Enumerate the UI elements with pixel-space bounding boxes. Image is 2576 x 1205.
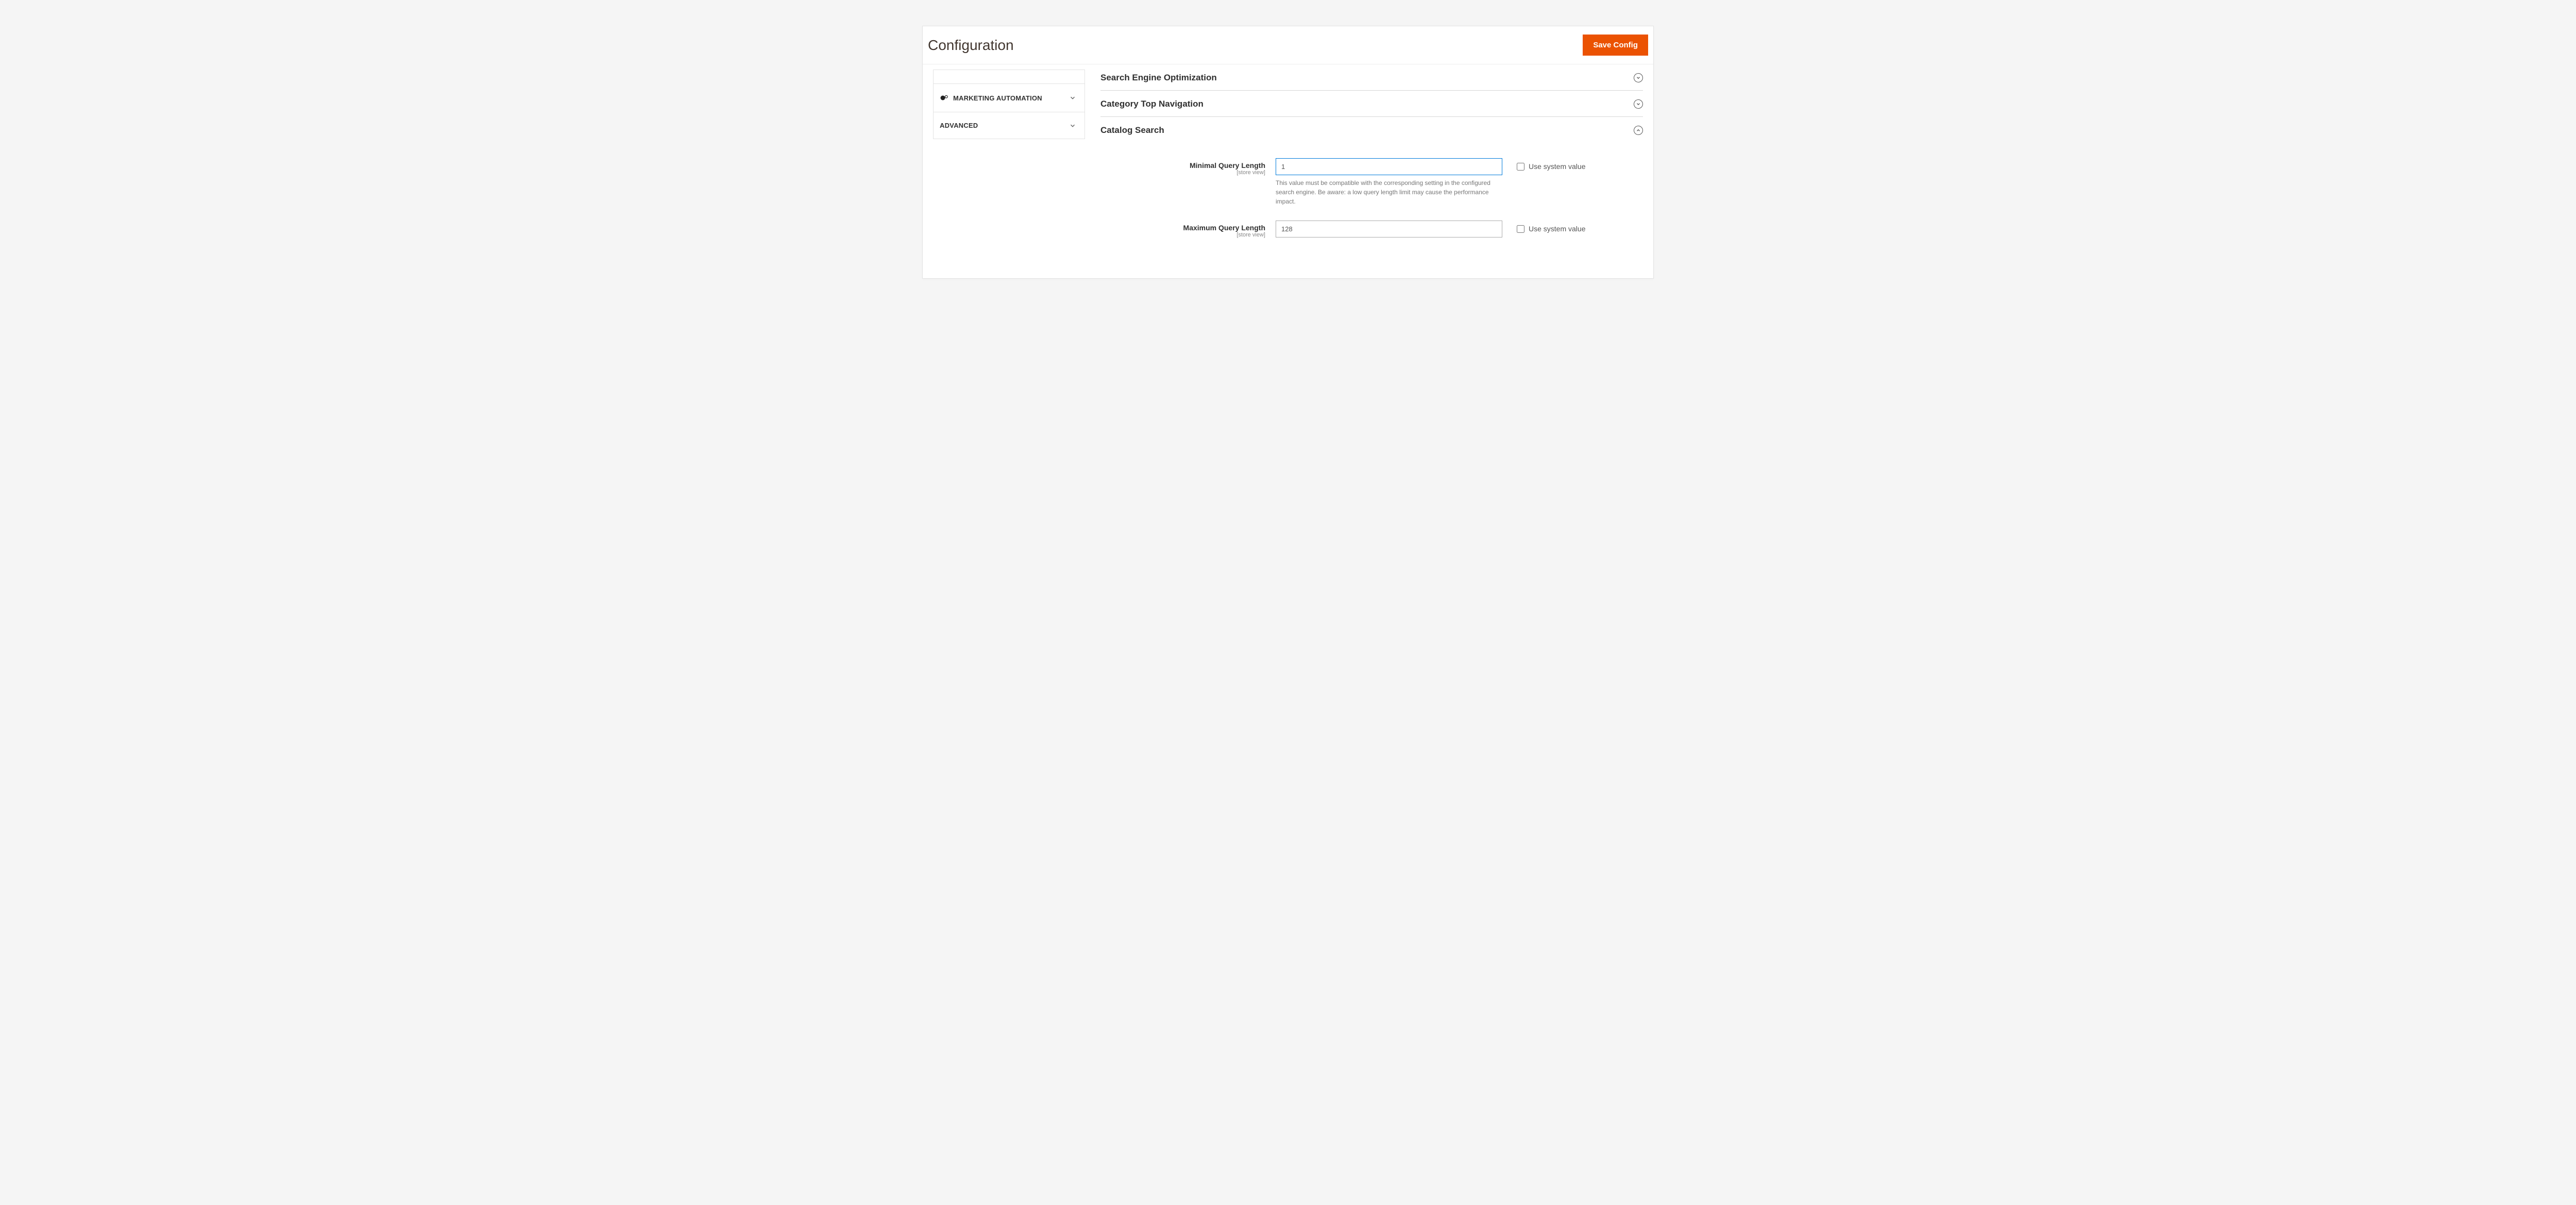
sidebar: Marketing Automation Advanced bbox=[923, 64, 1090, 278]
use-system-value-checkbox-max[interactable] bbox=[1517, 225, 1524, 233]
sidebar-item-marketing-automation[interactable]: Marketing Automation bbox=[934, 84, 1084, 112]
page-title: Configuration bbox=[928, 37, 1014, 54]
sidebar-item-label: Advanced bbox=[940, 122, 978, 129]
main-content: Search Engine Optimization Category Top … bbox=[1090, 64, 1653, 278]
use-system-value-label: Use system value bbox=[1529, 225, 1585, 233]
chevron-down-icon bbox=[1069, 94, 1076, 101]
minimal-query-length-input[interactable] bbox=[1276, 158, 1502, 175]
field-label: Maximum Query Length bbox=[1100, 224, 1265, 232]
chevron-down-icon bbox=[1069, 122, 1076, 129]
page-header: Configuration Save Config bbox=[923, 26, 1653, 64]
save-config-button[interactable]: Save Config bbox=[1583, 35, 1648, 56]
section-title: Search Engine Optimization bbox=[1100, 73, 1217, 83]
use-system-value-checkbox-min[interactable] bbox=[1517, 163, 1524, 171]
sidebar-item-advanced[interactable]: Advanced bbox=[934, 112, 1084, 139]
collapse-up-icon bbox=[1634, 126, 1643, 135]
field-scope: [store view] bbox=[1100, 169, 1265, 176]
catalog-search-body: Minimal Query Length [store view] This v… bbox=[1100, 143, 1643, 258]
row-maximum-query-length: Maximum Query Length [store view] Use sy… bbox=[1100, 220, 1643, 238]
section-seo[interactable]: Search Engine Optimization bbox=[1100, 70, 1643, 91]
sidebar-item-blank bbox=[934, 70, 1084, 83]
expand-down-icon bbox=[1634, 99, 1643, 109]
maximum-query-length-input[interactable] bbox=[1276, 220, 1502, 237]
section-category-top-nav[interactable]: Category Top Navigation bbox=[1100, 91, 1643, 117]
expand-down-icon bbox=[1634, 73, 1643, 82]
section-title: Category Top Navigation bbox=[1100, 99, 1204, 109]
row-minimal-query-length: Minimal Query Length [store view] This v… bbox=[1100, 158, 1643, 206]
config-page: Configuration Save Config Marketing Auto… bbox=[922, 26, 1654, 279]
dotmailer-icon bbox=[940, 93, 949, 103]
page-body: Marketing Automation Advanced bbox=[923, 64, 1653, 278]
section-catalog-search[interactable]: Catalog Search bbox=[1100, 117, 1643, 143]
field-scope: [store view] bbox=[1100, 232, 1265, 238]
section-title: Catalog Search bbox=[1100, 125, 1164, 135]
sidebar-item-label: Marketing Automation bbox=[953, 94, 1042, 102]
field-help: This value must be compatible with the c… bbox=[1276, 178, 1502, 206]
field-label: Minimal Query Length bbox=[1100, 161, 1265, 169]
use-system-value-label: Use system value bbox=[1529, 162, 1585, 171]
